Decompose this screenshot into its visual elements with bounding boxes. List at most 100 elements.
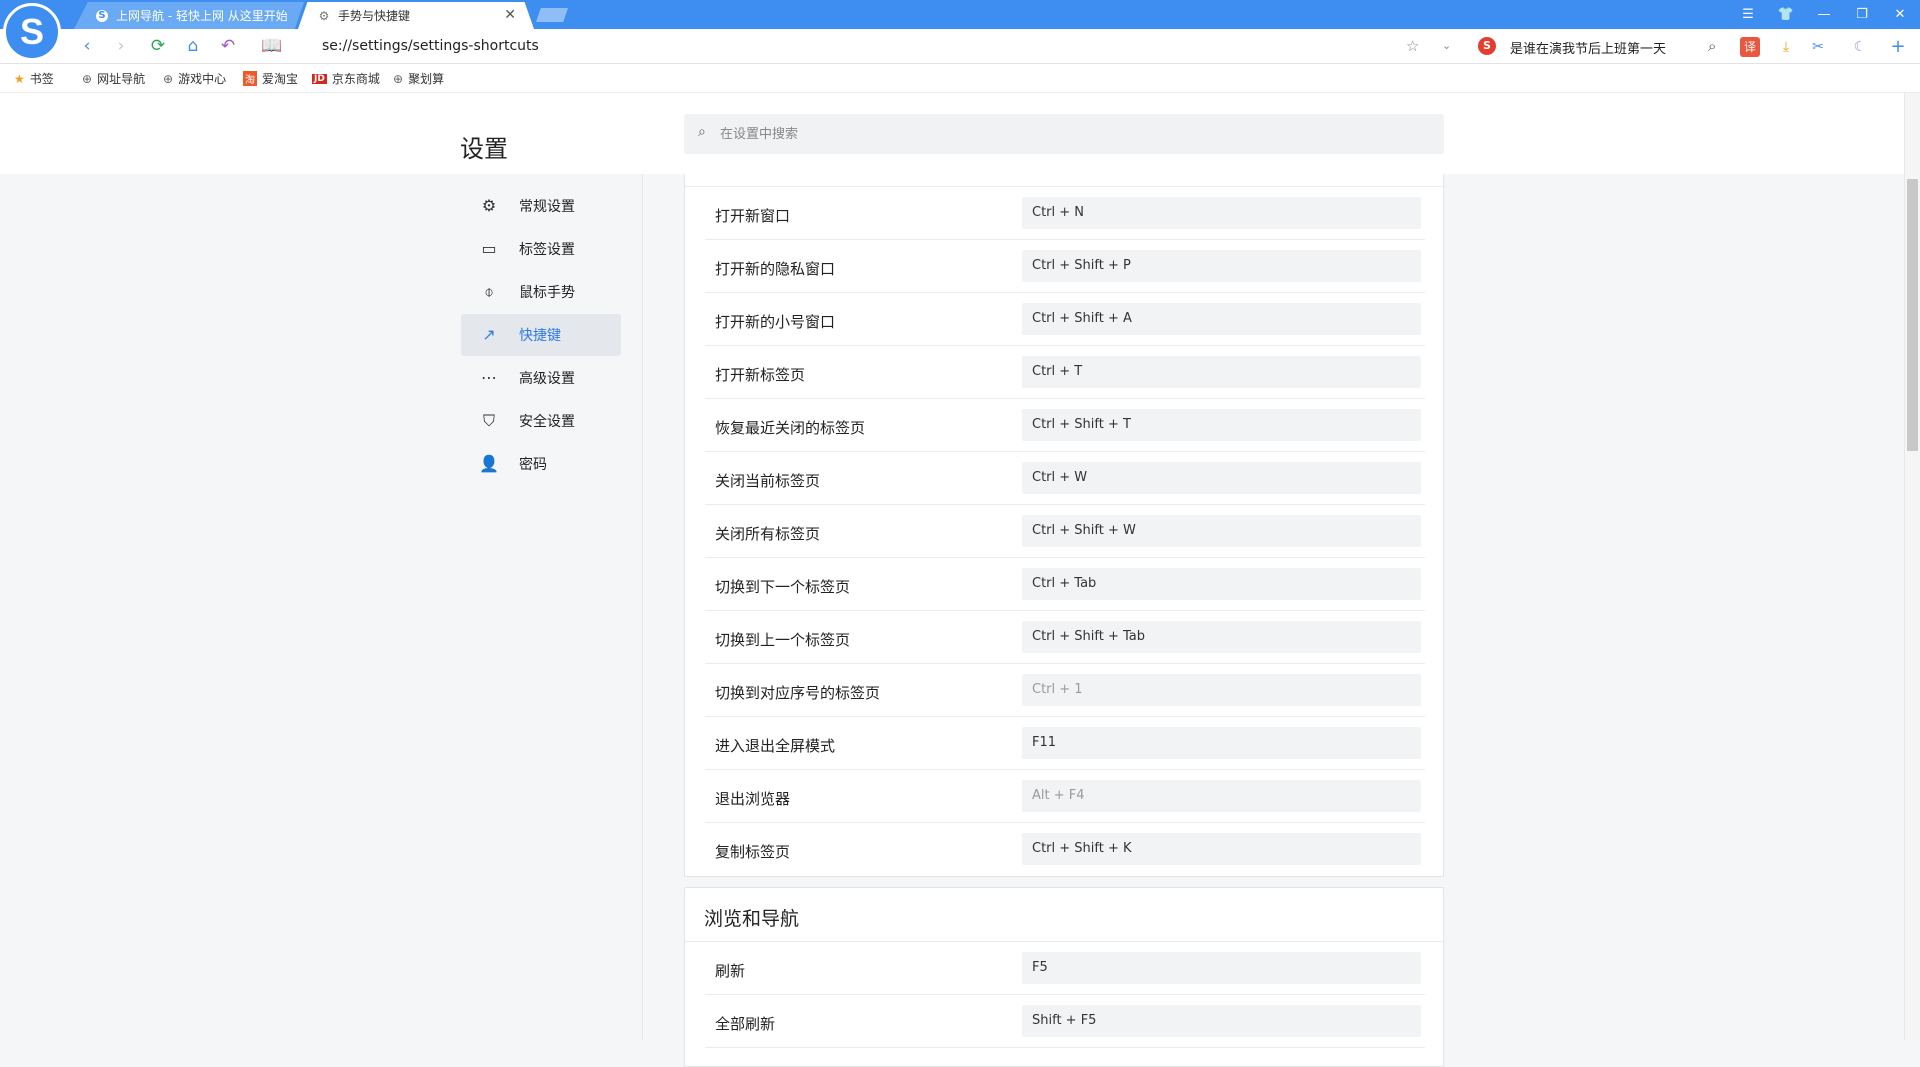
night-mode-icon[interactable]: ☾ bbox=[1850, 37, 1870, 57]
gear-icon: ⚙ bbox=[318, 8, 330, 23]
home-icon[interactable]: ⌂ bbox=[183, 36, 203, 56]
download-icon[interactable]: ⤓ bbox=[1776, 37, 1796, 57]
taobao-icon: 淘 bbox=[243, 71, 257, 86]
shortcut-key-field: Alt + F4 bbox=[1022, 780, 1421, 812]
sidebar-item-label: 常规设置 bbox=[519, 199, 575, 215]
scrollbar[interactable] bbox=[1904, 93, 1920, 1040]
shortcut-key-field[interactable]: Ctrl + T bbox=[1022, 356, 1421, 388]
browser-logo[interactable]: S bbox=[3, 3, 61, 61]
shortcut-key-field[interactable]: Ctrl + Shift + T bbox=[1022, 409, 1421, 441]
add-icon[interactable]: + bbox=[1888, 37, 1908, 57]
sidebar-item-label: 快捷键 bbox=[519, 328, 561, 344]
shortcut-key-field[interactable]: Ctrl + Tab bbox=[1022, 568, 1421, 600]
bookmark-item[interactable]: 淘 爱淘宝 bbox=[243, 70, 298, 87]
shortcut-label: 打开新窗口 bbox=[715, 207, 791, 225]
shortcut-row: 关闭当前标签页 Ctrl + W bbox=[705, 452, 1425, 505]
tab-shortcuts[interactable]: ⚙ 手势与快捷键 ✕ bbox=[298, 2, 534, 29]
user-icon: 👤 bbox=[479, 454, 499, 473]
globe-icon: ⊕ bbox=[393, 71, 404, 86]
scrollbar-thumb[interactable] bbox=[1907, 179, 1918, 451]
bookmark-item[interactable]: ★ 书签 bbox=[14, 70, 54, 87]
tab-icon: ▭ bbox=[481, 239, 497, 258]
sidebar-item-label: 高级设置 bbox=[519, 371, 575, 387]
jd-icon: JD bbox=[312, 73, 327, 84]
bookmark-label: 爱淘宝 bbox=[262, 72, 299, 86]
shortcut-key-field[interactable]: Ctrl + Shift + A bbox=[1022, 303, 1421, 335]
sidebar-item-security[interactable]: ⛉ 安全设置 bbox=[461, 400, 621, 442]
sidebar-item-label: 安全设置 bbox=[519, 414, 575, 430]
restore-button[interactable]: ❐ bbox=[1844, 4, 1880, 26]
search-promo-text[interactable]: 是谁在演我节后上班第一天 bbox=[1510, 38, 1666, 57]
shortcuts-card: 打开新窗口 Ctrl + N 打开新的隐私窗口 Ctrl + Shift + P… bbox=[684, 174, 1445, 877]
mouse-icon: ⌽ bbox=[484, 282, 494, 301]
shortcut-label: 进入退出全屏模式 bbox=[715, 737, 836, 755]
shortcut-key-field[interactable]: Shift + F5 bbox=[1022, 1005, 1421, 1037]
star-icon[interactable]: ☆ bbox=[1406, 36, 1419, 56]
star-icon: ★ bbox=[14, 71, 25, 86]
new-tab-button[interactable] bbox=[536, 8, 568, 22]
shortcut-row: 退出浏览器 Alt + F4 bbox=[705, 770, 1425, 823]
forward-icon[interactable]: › bbox=[111, 36, 131, 56]
refresh-icon[interactable]: ⟳ bbox=[148, 36, 168, 56]
menu-icon[interactable]: ☰ bbox=[1730, 4, 1766, 26]
sidebar-item-passwords[interactable]: 👤 密码 bbox=[461, 443, 621, 485]
reader-icon[interactable]: 📖 bbox=[261, 36, 282, 56]
shortcut-key-field[interactable]: Ctrl + N bbox=[1022, 197, 1421, 229]
bookmark-label: 书签 bbox=[29, 72, 54, 86]
shortcut-row: 打开新的小号窗口 Ctrl + Shift + A bbox=[705, 293, 1425, 346]
shortcut-key-field[interactable]: F5 bbox=[1022, 952, 1421, 984]
settings-sidebar: ⚙ 常规设置 ▭ 标签设置 ⌽ 鼠标手势 ↗ 快捷键 ⋯ 高级设置 ⛉ 安全设置… bbox=[0, 174, 643, 1040]
sidebar-item-shortcuts[interactable]: ↗ 快捷键 bbox=[461, 314, 621, 356]
shortcut-row: 全部刷新 Shift + F5 bbox=[705, 995, 1425, 1048]
undo-icon[interactable]: ↶ bbox=[218, 36, 238, 56]
shortcut-row: 打开新窗口 Ctrl + N bbox=[705, 187, 1425, 240]
chevron-down-icon[interactable]: ⌄ bbox=[1442, 36, 1451, 56]
bookmark-label: 网址导航 bbox=[97, 72, 146, 86]
bookmark-item[interactable]: ⊕ 游戏中心 bbox=[163, 70, 226, 87]
logo-letter: S bbox=[19, 11, 44, 52]
shortcut-label: 退出浏览器 bbox=[715, 790, 791, 808]
sidebar-item-general[interactable]: ⚙ 常规设置 bbox=[461, 185, 621, 227]
search-input[interactable] bbox=[720, 114, 1420, 154]
minimize-button[interactable]: — bbox=[1806, 4, 1842, 26]
close-tab-icon[interactable]: ✕ bbox=[504, 7, 516, 23]
sogou-search-icon[interactable]: S bbox=[1478, 37, 1496, 55]
shortcut-key-field[interactable]: Ctrl + W bbox=[1022, 462, 1421, 494]
bookmark-item[interactable]: JD 京东商城 bbox=[312, 70, 380, 87]
sidebar-item-tabs[interactable]: ▭ 标签设置 bbox=[461, 228, 621, 270]
toolbar: ‹ › ⟳ ⌂ ↶ 📖 se://settings/settings-short… bbox=[0, 29, 1920, 64]
sidebar-item-mouse-gestures[interactable]: ⌽ 鼠标手势 bbox=[461, 271, 621, 313]
shortcut-key-field[interactable]: Ctrl + Shift + K bbox=[1022, 833, 1421, 865]
back-icon[interactable]: ‹ bbox=[77, 36, 97, 56]
shortcut-key-field[interactable]: Ctrl + Shift + W bbox=[1022, 515, 1421, 547]
shortcut-row: 切换到上一个标签页 Ctrl + Shift + Tab bbox=[705, 611, 1425, 664]
shortcut-row: 打开新的隐私窗口 Ctrl + Shift + P bbox=[705, 240, 1425, 293]
shortcut-label: 打开新的隐私窗口 bbox=[715, 260, 836, 278]
shortcut-row: 进入退出全屏模式 F11 bbox=[705, 717, 1425, 770]
close-window-button[interactable]: ✕ bbox=[1882, 4, 1918, 26]
shortcut-key-field[interactable]: F11 bbox=[1022, 727, 1421, 759]
shortcut-label: 切换到上一个标签页 bbox=[715, 631, 851, 649]
screenshot-icon[interactable]: ✂ bbox=[1808, 37, 1828, 57]
tab-bar: S 上网导航 - 轻快上网 从这里开始 ⚙ 手势与快捷键 ✕ ☰ 👕 — ❐ ✕ bbox=[0, 0, 1920, 29]
shortcut-label: 恢复最近关闭的标签页 bbox=[715, 419, 866, 437]
tab-navigation[interactable]: S 上网导航 - 轻快上网 从这里开始 bbox=[74, 2, 304, 29]
shortcut-label: 复制标签页 bbox=[715, 843, 791, 861]
address-bar[interactable]: se://settings/settings-shortcuts bbox=[322, 38, 539, 54]
browse-navigation-card: 浏览和导航 刷新 F5 全部刷新 Shift + F5 bbox=[684, 887, 1445, 1067]
shield-icon: ⛉ bbox=[482, 411, 495, 430]
shortcut-row: 恢复最近关闭的标签页 Ctrl + Shift + T bbox=[705, 399, 1425, 452]
shortcut-key-field[interactable]: Ctrl + Shift + Tab bbox=[1022, 621, 1421, 653]
tab-title: 手势与快捷键 bbox=[338, 9, 411, 23]
settings-search[interactable]: ⌕ bbox=[684, 114, 1444, 154]
bookmark-label: 游戏中心 bbox=[178, 72, 227, 86]
bookmark-item[interactable]: ⊕ 聚划算 bbox=[393, 70, 444, 87]
bookmark-item[interactable]: ⊕ 网址导航 bbox=[82, 70, 145, 87]
shortcut-key-field[interactable]: Ctrl + Shift + P bbox=[1022, 250, 1421, 282]
shortcut-icon: ↗ bbox=[482, 325, 496, 344]
skin-icon[interactable]: 👕 bbox=[1768, 4, 1804, 26]
tab-title: 上网导航 - 轻快上网 从这里开始 bbox=[116, 9, 288, 23]
translate-icon[interactable]: 译 bbox=[1740, 37, 1760, 57]
sidebar-item-advanced[interactable]: ⋯ 高级设置 bbox=[461, 357, 621, 399]
search-icon[interactable]: ⌕ bbox=[1708, 36, 1716, 56]
